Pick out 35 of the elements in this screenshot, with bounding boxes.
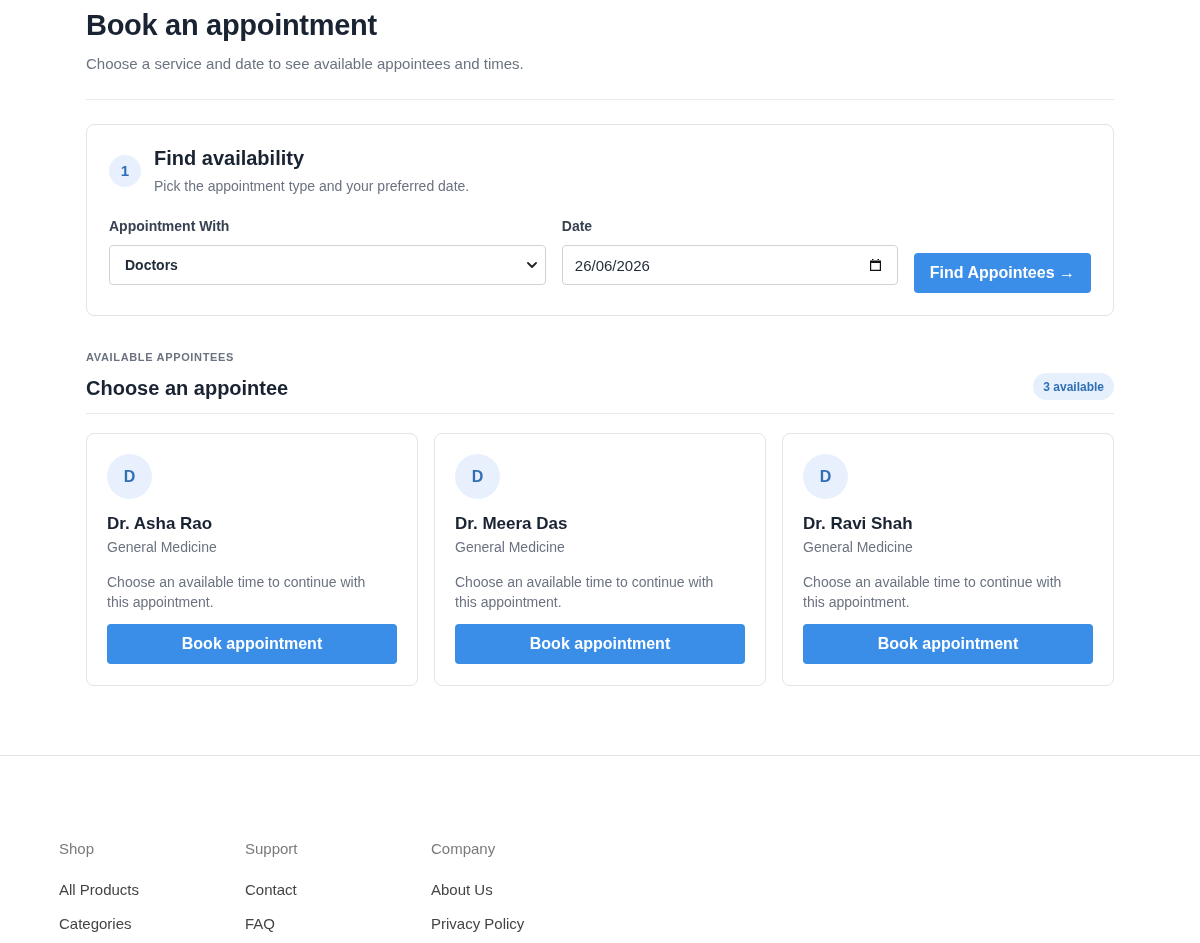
step-number: 1 [109,154,141,187]
appointee-note: Choose an available time to continue with this appointment. [455,573,715,612]
chevron-down-icon [526,262,537,268]
appointee-name: Dr. Ravi Shah [803,513,913,535]
footer-link[interactable]: All Products [59,879,140,901]
avatar-initial: D [107,454,152,499]
section-title: Choose an appointee [86,376,289,401]
page-subtitle: Choose a service and date to see available appointees and times. [86,54,524,74]
appointee-specialty: General Medicine [803,538,913,557]
appointee-name: Dr. Asha Rao [107,513,213,535]
footer-heading: Shop [59,839,95,859]
card-title: Find availability [154,146,305,171]
field-label: Appointment With [109,217,230,236]
card-subtitle: Pick the appointment type and your preferred date. [154,177,470,196]
section-eyebrow: AVAILABLE APPOINTEES [86,350,235,365]
footer-link[interactable]: Privacy Policy [431,913,525,935]
appointee-note: Choose an available time to continue with this appointment. [107,573,367,612]
page-title: Book an appointment [86,8,377,43]
calendar-icon[interactable] [869,259,881,271]
footer-heading: Company [431,839,496,859]
appointee-name: Dr. Meera Das [455,513,568,535]
select-field[interactable]: Doctors [109,245,546,285]
field-label: Date [561,217,593,236]
avatar-initial: D [455,454,500,499]
date-field[interactable]: 26/06/2026 [561,245,898,285]
appointee-note: Choose an available time to continue with this appointment. [803,573,1063,612]
avatar-initial: D [803,454,848,499]
footer-link[interactable]: About Us [431,879,493,901]
appointee-specialty: General Medicine [107,538,217,557]
footer-link[interactable]: Contact [245,879,297,901]
footer-link[interactable]: Categories [59,913,132,935]
appointee-specialty: General Medicine [455,538,565,557]
footer-heading: Support [245,839,298,859]
count-badge: 3 available [1033,373,1114,400]
footer-link[interactable]: FAQ [245,913,275,935]
